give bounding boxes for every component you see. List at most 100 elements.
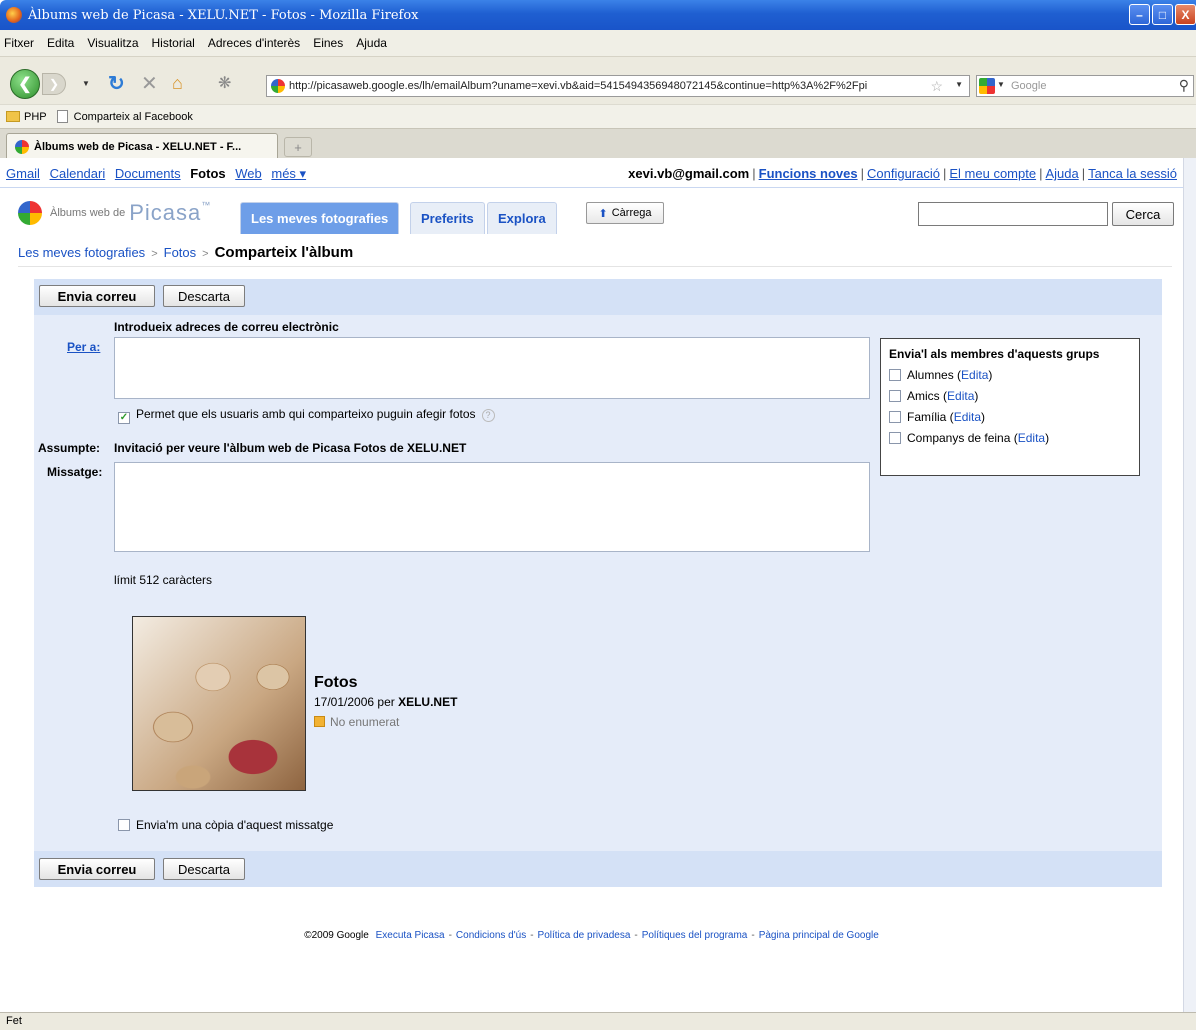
page-icon <box>56 110 68 123</box>
send-email-button[interactable]: Envia correu <box>39 285 155 307</box>
footer-privacy[interactable]: Política de privadesa <box>538 930 631 941</box>
page-title: Comparteix l'àlbum <box>214 244 354 261</box>
char-limit: límit 512 caràcters <box>114 573 213 587</box>
footer-program-policies[interactable]: Polítiques del programa <box>642 930 748 941</box>
group-name: Companys de feina <box>907 431 1011 445</box>
upload-button[interactable]: ⬆ Càrrega <box>586 202 664 224</box>
forward-arrow-icon[interactable]: ❯ <box>42 73 66 95</box>
new-tab-icon[interactable]: + <box>284 137 312 157</box>
picasa-logo[interactable]: Àlbums web de Picasa ™ <box>18 200 210 226</box>
group-checkbox[interactable] <box>889 411 901 423</box>
menu-view[interactable]: Visualitza <box>87 36 138 50</box>
site-favicon-icon <box>271 79 285 93</box>
help-icon[interactable]: ? <box>481 409 495 422</box>
browser-tab[interactable]: Àlbums web de Picasa - XELU.NET - F... <box>6 133 278 159</box>
menu-edit[interactable]: Edita <box>47 36 74 50</box>
message-textarea[interactable] <box>114 462 870 552</box>
picasa-search-input[interactable] <box>918 202 1108 226</box>
send-copy-checkbox[interactable] <box>118 819 130 831</box>
bookmark-facebook[interactable]: Comparteix al Facebook <box>74 111 193 123</box>
upload-label: Càrrega <box>611 207 652 219</box>
gbar-more[interactable]: més ▾ <box>271 166 306 181</box>
engine-dropdown-icon[interactable]: ▼ <box>997 80 1005 89</box>
group-row-students: Alumnes (Edita) <box>889 365 1131 386</box>
group-edit-link[interactable]: Edita <box>954 410 981 424</box>
visibility-label: No enumerat <box>330 715 400 729</box>
address-bar[interactable]: http://picasaweb.google.es/lh/emailAlbum… <box>266 75 970 97</box>
breadcrumb-album[interactable]: Fotos <box>164 245 197 260</box>
allow-add-label: Permet que els usuaris amb qui compartei… <box>136 407 476 421</box>
send-email-button-bottom[interactable]: Envia correu <box>39 858 155 880</box>
discard-button[interactable]: Descarta <box>163 285 245 307</box>
window-titlebar: Àlbums web de Picasa - XELU.NET - Fotos … <box>0 0 1196 30</box>
groups-title: Envia'l als membres d'aquests grups <box>889 347 1100 361</box>
footer-copyright: ©2009 Google <box>304 930 369 941</box>
album-cover-image[interactable] <box>132 616 306 791</box>
tab-my-photos[interactable]: Les meves fotografies <box>240 202 400 234</box>
maximize-button[interactable]: □ <box>1152 4 1173 25</box>
folder-icon <box>6 111 20 122</box>
menu-help[interactable]: Ajuda <box>356 36 387 50</box>
gbar-gmail[interactable]: Gmail <box>6 166 40 181</box>
group-edit-link[interactable]: Edita <box>961 368 988 382</box>
group-edit-link[interactable]: Edita <box>947 389 974 403</box>
tab-explore[interactable]: Explora <box>487 202 557 234</box>
page-footer: ©2009 Google Executa Picasa - Condicions d… <box>304 930 879 941</box>
history-dropdown-icon[interactable]: ▼ <box>82 79 90 88</box>
minimize-button[interactable]: – <box>1129 4 1150 25</box>
lock-icon <box>314 716 325 727</box>
menu-tools[interactable]: Eines <box>313 36 343 50</box>
account-email: xevi.vb@gmail.com <box>628 166 750 181</box>
menu-history[interactable]: Historial <box>152 36 195 50</box>
search-icon[interactable]: ⚲ <box>1179 77 1189 94</box>
page-content: Gmail Calendari Documents Fotos Web més … <box>0 158 1183 1012</box>
bookmark-star-icon[interactable]: ☆ <box>930 78 943 95</box>
groups-box: Envia'l als membres d'aquests grups Alum… <box>880 338 1140 476</box>
logo-trademark: ™ <box>201 200 211 210</box>
group-checkbox[interactable] <box>889 369 901 381</box>
group-checkbox[interactable] <box>889 432 901 444</box>
to-field[interactable] <box>114 337 870 399</box>
logo-subtitle: Àlbums web de <box>50 207 126 219</box>
group-name: Amics <box>907 389 940 403</box>
link-new-features[interactable]: Funcions noves <box>759 166 858 181</box>
allow-add-row: ✓ Permet que els usuaris amb qui comparte… <box>118 407 495 424</box>
bookmark-php[interactable]: PHP <box>24 111 47 123</box>
picasa-pinwheel-icon <box>18 201 42 225</box>
footer-google-home[interactable]: Pàgina principal de Google <box>759 930 879 941</box>
gbar-web[interactable]: Web <box>235 166 262 181</box>
home-icon[interactable]: ⌂ <box>172 73 183 94</box>
upload-icon: ⬆ <box>598 207 608 220</box>
address-url: http://picasaweb.google.es/lh/emailAlbum… <box>289 80 868 92</box>
menu-bookmarks[interactable]: Adreces d'interès <box>208 36 300 50</box>
stop-icon[interactable]: ✕ <box>141 71 158 96</box>
back-arrow-icon[interactable]: ❮ <box>10 69 40 99</box>
group-row-coworkers: Companys de feina (Edita) <box>889 428 1131 449</box>
url-dropdown-icon[interactable]: ▼ <box>955 80 963 89</box>
vertical-scrollbar[interactable] <box>1183 158 1196 1012</box>
discard-button-bottom[interactable]: Descarta <box>163 858 245 880</box>
footer-run-picasa[interactable]: Executa Picasa <box>376 930 445 941</box>
close-button[interactable]: X <box>1175 4 1196 25</box>
menu-file[interactable]: Fitxer <box>4 36 34 50</box>
gbar-documents[interactable]: Documents <box>115 166 181 181</box>
gbar-calendar[interactable]: Calendari <box>50 166 106 181</box>
to-label-link[interactable]: Per a: <box>67 340 100 354</box>
google-engine-icon[interactable] <box>979 78 995 94</box>
footer-terms[interactable]: Condicions d'ús <box>456 930 526 941</box>
allow-add-checkbox[interactable]: ✓ <box>118 412 130 424</box>
link-my-account[interactable]: El meu compte <box>949 166 1036 181</box>
breadcrumb-my-photos[interactable]: Les meves fotografies <box>18 245 145 260</box>
group-edit-link[interactable]: Edita <box>1018 431 1045 445</box>
link-settings[interactable]: Configuració <box>867 166 940 181</box>
gbar-photos: Fotos <box>190 166 226 181</box>
link-sign-out[interactable]: Tanca la sessió <box>1088 166 1177 181</box>
group-checkbox[interactable] <box>889 390 901 402</box>
picasa-favicon-icon <box>15 139 29 154</box>
addon-icon[interactable]: ❋ <box>218 73 231 93</box>
link-help[interactable]: Ajuda <box>1045 166 1078 181</box>
reload-icon[interactable]: ↻ <box>108 71 125 96</box>
picasa-search-button[interactable]: Cerca <box>1112 202 1174 226</box>
browser-search-input[interactable]: ▼ Google ⚲ <box>976 75 1194 97</box>
tab-favorites[interactable]: Preferits <box>410 202 485 234</box>
